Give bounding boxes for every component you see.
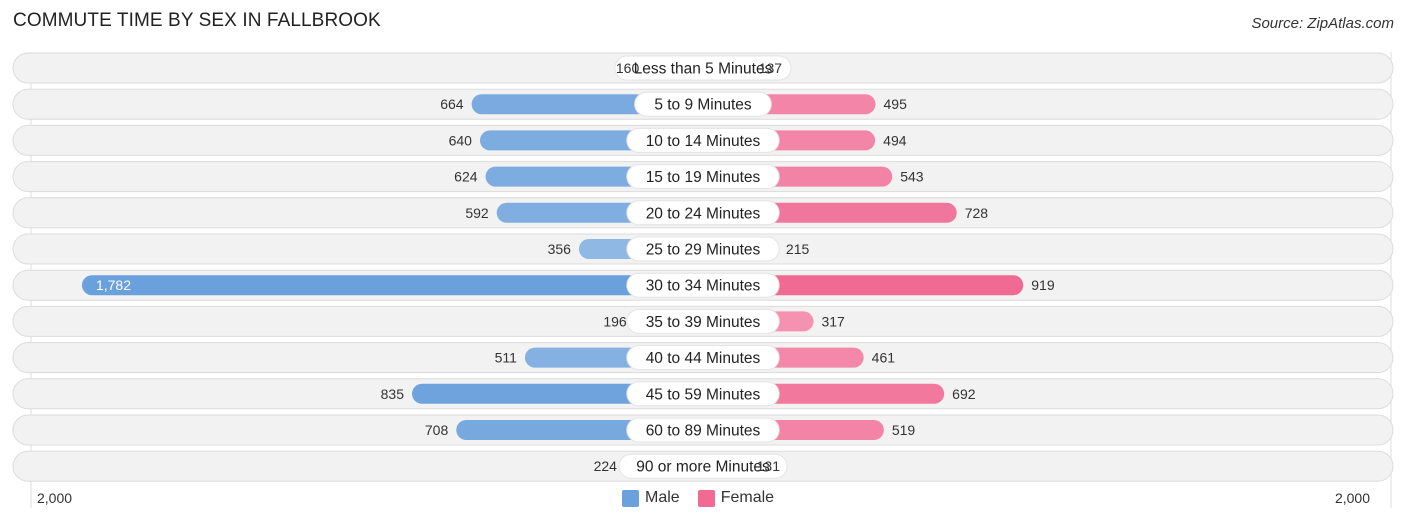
value-label-female: 919 [1031, 277, 1055, 293]
value-label-male: 160 [616, 60, 640, 76]
value-label-female: 519 [892, 422, 916, 438]
value-label-male: 356 [548, 241, 572, 257]
category-label: 25 to 29 Minutes [646, 242, 761, 259]
value-label-female: 728 [965, 205, 989, 221]
value-label-male: 196 [603, 313, 627, 329]
category-label: 40 to 44 Minutes [646, 350, 761, 367]
category-label: 35 to 39 Minutes [646, 314, 761, 331]
category-label: Less than 5 Minutes [634, 61, 773, 78]
legend-label-female: Female [720, 489, 775, 506]
axis-label-left: 2,000 [37, 490, 73, 506]
category-label: 30 to 34 Minutes [646, 278, 761, 295]
category-label: 10 to 14 Minutes [646, 133, 761, 150]
category-label: 90 or more Minutes [636, 459, 770, 476]
legend-item-male[interactable]: Male [622, 489, 680, 507]
legend-swatch-male [622, 489, 639, 507]
value-label-female: 495 [884, 96, 908, 112]
legend: Male Female [622, 489, 792, 507]
category-label: 45 to 59 Minutes [646, 386, 761, 403]
value-label-male: 224 [594, 458, 618, 474]
bar-male [81, 275, 703, 296]
value-label-female: 317 [821, 313, 845, 329]
legend-label-male: Male [645, 489, 680, 506]
value-label-male: 640 [449, 132, 473, 148]
category-label: 5 to 9 Minutes [654, 97, 752, 114]
category-label: 20 to 24 Minutes [646, 205, 761, 222]
category-label: 15 to 19 Minutes [646, 169, 761, 186]
value-label-male: 664 [440, 96, 464, 112]
axis-label-right: 2,000 [1334, 490, 1370, 506]
value-label-male: 835 [381, 386, 405, 402]
value-label-female: 543 [900, 169, 924, 185]
value-label-male: 511 [495, 350, 518, 366]
value-label-female: 131 [757, 458, 781, 474]
value-label-female: 461 [872, 350, 896, 366]
value-label-male: 1,782 [96, 277, 131, 293]
category-label: 60 to 89 Minutes [646, 423, 761, 440]
value-label-female: 494 [883, 132, 907, 148]
value-label-female: 137 [759, 60, 783, 76]
legend-item-female[interactable]: Female [697, 489, 775, 507]
chart-canvas: Less than 5 Minutes160 137 5 to 9 Minutes 6… [12, 52, 1394, 508]
value-label-female: 215 [786, 241, 810, 257]
value-label-female: 692 [952, 386, 976, 402]
value-label-male: 708 [425, 422, 449, 438]
legend-swatch-female [697, 489, 715, 507]
value-label-male: 624 [454, 169, 478, 185]
value-label-male: 592 [465, 205, 489, 221]
